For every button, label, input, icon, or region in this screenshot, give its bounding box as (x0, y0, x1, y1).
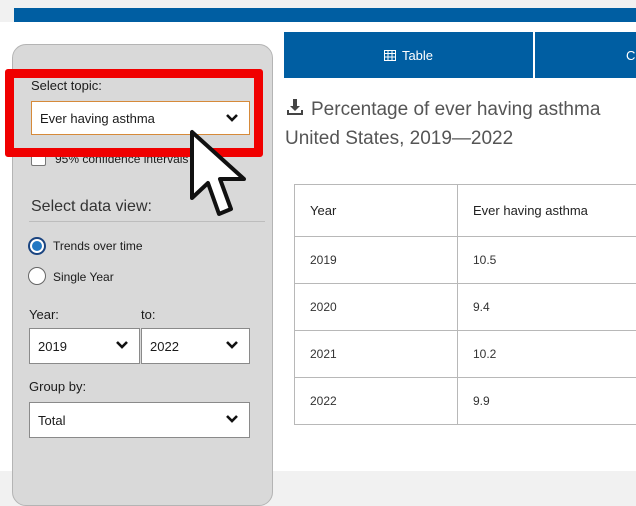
radio-trends-over-time[interactable] (28, 237, 46, 255)
tab-chart-label: C (626, 48, 635, 63)
table-icon (384, 50, 396, 61)
year-from-select[interactable]: 2019 (29, 328, 140, 364)
table-row: 2021 10.2 (295, 331, 636, 378)
chevron-down-icon (115, 339, 129, 351)
radio-single-year-label: Single Year (53, 270, 114, 284)
year-to-label: to: (141, 307, 155, 322)
table-row: 2019 10.5 (295, 237, 636, 284)
section-divider (29, 221, 265, 222)
table-row: 2022 9.9 (295, 378, 636, 425)
table-cell-value: 9.4 (458, 284, 636, 331)
group-by-label: Group by: (29, 379, 86, 394)
table-cell-year: 2019 (295, 237, 458, 284)
column-header-year: Year (295, 185, 458, 237)
table-row: 2020 9.4 (295, 284, 636, 331)
column-header-value: Ever having asthma (458, 185, 636, 237)
year-to-select[interactable]: 2022 (141, 328, 250, 364)
data-table: Year Ever having asthma 2019 10.5 2020 9… (294, 184, 636, 425)
group-by-select[interactable]: Total (29, 402, 250, 438)
title-line-2: United States, 2019—2022 (285, 128, 513, 149)
title-line-1: Percentage of ever having asthma (311, 99, 600, 120)
radio-trends-label: Trends over time (53, 239, 143, 253)
chevron-down-icon (225, 339, 239, 351)
year-to-value: 2022 (150, 339, 179, 354)
data-title: Percentage of ever having asthma United … (285, 95, 636, 153)
table-cell-year: 2021 (295, 331, 458, 378)
table-cell-value: 9.9 (458, 378, 636, 425)
table-cell-value: 10.5 (458, 237, 636, 284)
tab-table[interactable]: Table (284, 32, 533, 78)
data-view-heading: Select data view: (31, 198, 152, 216)
table-cell-year: 2022 (295, 378, 458, 425)
table-header-row: Year Ever having asthma (295, 185, 636, 237)
tab-chart[interactable]: C (535, 32, 636, 78)
radio-single-year[interactable] (28, 267, 46, 285)
year-from-value: 2019 (38, 339, 67, 354)
year-from-label: Year: (29, 307, 59, 322)
mouse-cursor-icon (186, 128, 254, 220)
chevron-down-icon (225, 413, 239, 425)
table-cell-value: 10.2 (458, 331, 636, 378)
table-cell-year: 2020 (295, 284, 458, 331)
tab-table-label: Table (402, 48, 433, 63)
download-icon[interactable] (285, 97, 305, 117)
top-banner (14, 8, 636, 22)
group-by-value: Total (38, 413, 65, 428)
